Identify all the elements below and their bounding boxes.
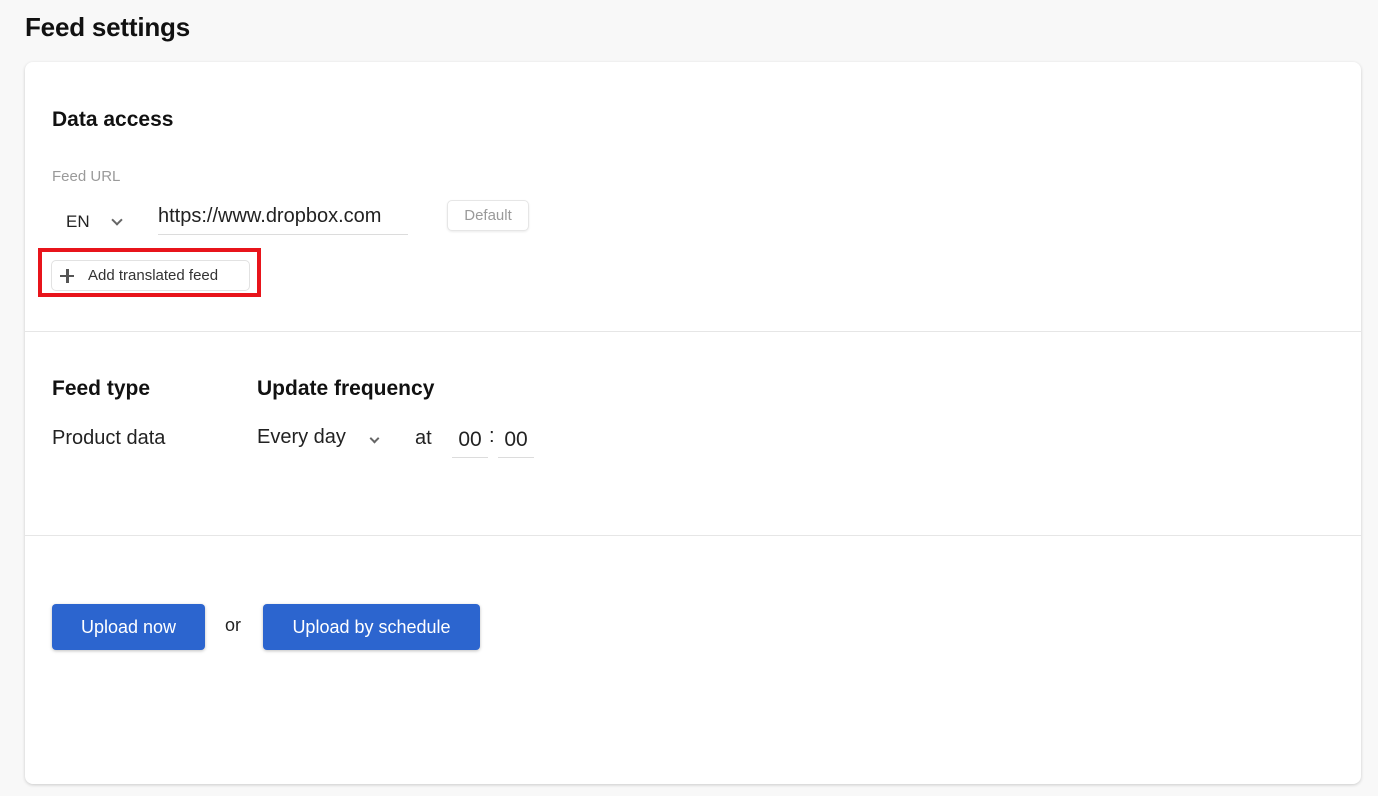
page-title: Feed settings: [25, 12, 190, 42]
hour-input[interactable]: [452, 422, 488, 458]
time-separator: :: [489, 425, 495, 447]
update-frequency-value: Every day: [257, 426, 346, 448]
add-translated-feed-button[interactable]: Add translated feed: [51, 260, 250, 291]
upload-now-button[interactable]: Upload now: [52, 604, 205, 650]
default-button[interactable]: Default: [447, 200, 529, 231]
feed-type-heading: Feed type: [52, 377, 151, 400]
data-access-heading: Data access: [52, 108, 174, 131]
feed-url-input[interactable]: [158, 199, 408, 235]
section-divider: [25, 331, 1361, 332]
section-divider: [25, 535, 1361, 536]
language-select[interactable]: EN: [66, 208, 136, 236]
at-label: at: [415, 427, 432, 449]
update-frequency-select[interactable]: Every day: [257, 426, 387, 456]
feed-type-value: Product data: [52, 427, 166, 449]
plus-icon: [60, 268, 74, 283]
add-translated-feed-label: Add translated feed: [88, 267, 219, 284]
minute-input[interactable]: [498, 422, 534, 458]
feed-url-label: Feed URL: [52, 168, 121, 185]
upload-by-schedule-button[interactable]: Upload by schedule: [263, 604, 480, 650]
or-label: or: [225, 615, 242, 635]
update-frequency-heading: Update frequency: [257, 377, 435, 400]
chevron-down-icon: [111, 214, 123, 226]
feed-settings-card: Data access Feed URL EN Default Add tran…: [25, 62, 1361, 784]
chevron-down-icon: [369, 433, 380, 444]
language-select-value: EN: [66, 212, 90, 231]
